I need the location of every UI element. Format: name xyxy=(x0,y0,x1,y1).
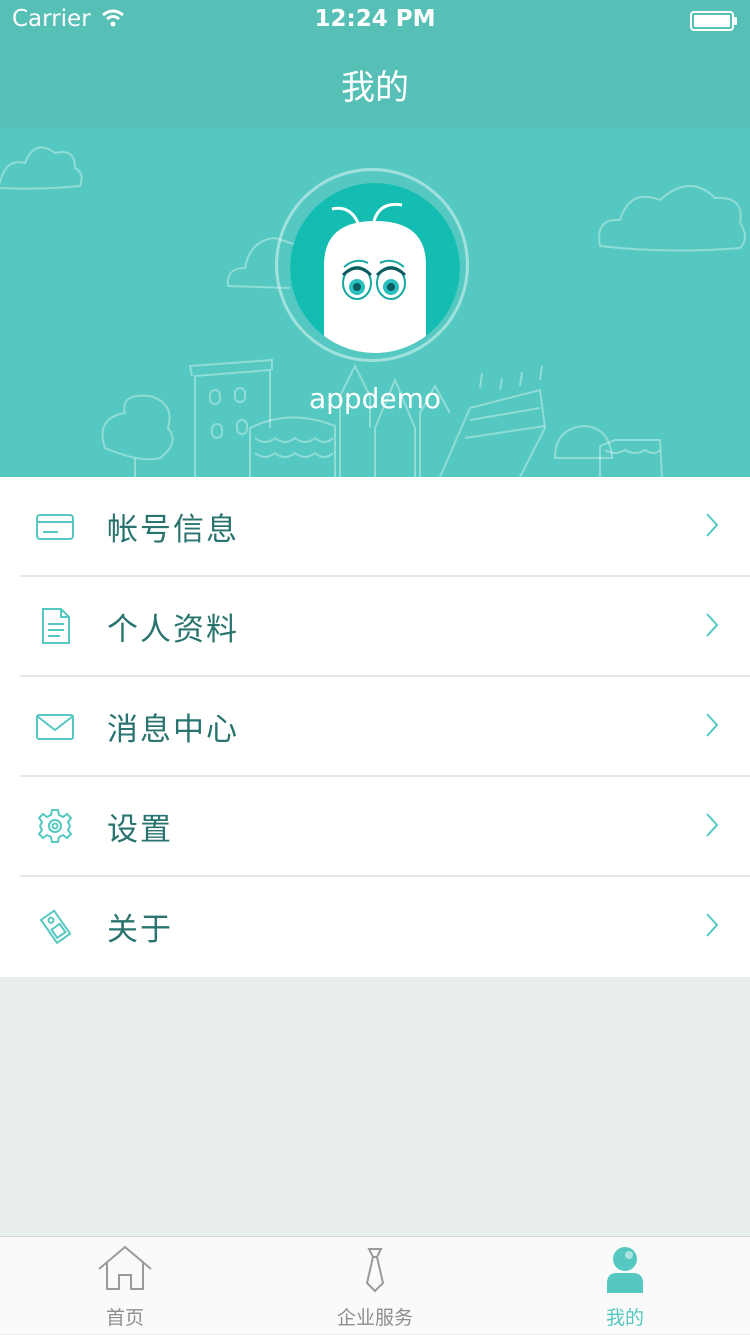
menu-item-label: 关于 xyxy=(107,912,173,948)
card-icon xyxy=(36,514,74,540)
menu-item-label: 帐号信息 xyxy=(107,512,239,548)
battery-icon xyxy=(690,11,737,31)
envelope-icon xyxy=(36,714,74,740)
tab-mine[interactable]: 我的 xyxy=(500,1237,750,1335)
nav-bar: 我的 xyxy=(0,40,750,128)
menu-item-label: 设置 xyxy=(107,812,173,848)
home-icon xyxy=(98,1245,152,1290)
status-bar: Carrier 12:24 PM xyxy=(0,0,750,40)
tab-label: 我的 xyxy=(605,1307,644,1329)
status-time: 12:24 PM xyxy=(314,6,436,32)
tab-enterprise-services[interactable]: 企业服务 xyxy=(250,1237,500,1335)
menu-item-label: 消息中心 xyxy=(107,712,239,748)
person-icon xyxy=(607,1247,643,1293)
menu-list: 帐号信息 个人资料 消息中心 设置 关于 xyxy=(0,477,750,977)
chevron-right-icon xyxy=(706,913,719,937)
chevron-right-icon xyxy=(706,813,719,837)
gear-icon xyxy=(37,809,73,843)
menu-item-message-center[interactable]: 消息中心 xyxy=(0,677,750,777)
menu-item-about[interactable]: 关于 xyxy=(0,877,750,977)
document-icon xyxy=(42,608,70,644)
tab-bar: 首页 企业服务 我的 xyxy=(0,1236,750,1334)
chevron-right-icon xyxy=(706,713,719,737)
tab-home[interactable]: 首页 xyxy=(0,1237,250,1335)
tag-icon xyxy=(39,909,72,945)
tab-label: 企业服务 xyxy=(336,1307,413,1329)
profile-header: appdemo xyxy=(0,128,750,477)
chevron-right-icon xyxy=(706,513,719,537)
username: appdemo xyxy=(308,382,442,415)
tab-label: 首页 xyxy=(105,1307,144,1329)
menu-item-profile[interactable]: 个人资料 xyxy=(0,577,750,677)
menu-item-settings[interactable]: 设置 xyxy=(0,777,750,877)
chevron-right-icon xyxy=(706,613,719,637)
menu-item-label: 个人资料 xyxy=(107,612,239,648)
tie-icon xyxy=(365,1248,385,1293)
page-title: 我的 xyxy=(341,68,409,108)
avatar[interactable] xyxy=(290,183,460,353)
menu-item-account-info[interactable]: 帐号信息 xyxy=(0,477,750,577)
